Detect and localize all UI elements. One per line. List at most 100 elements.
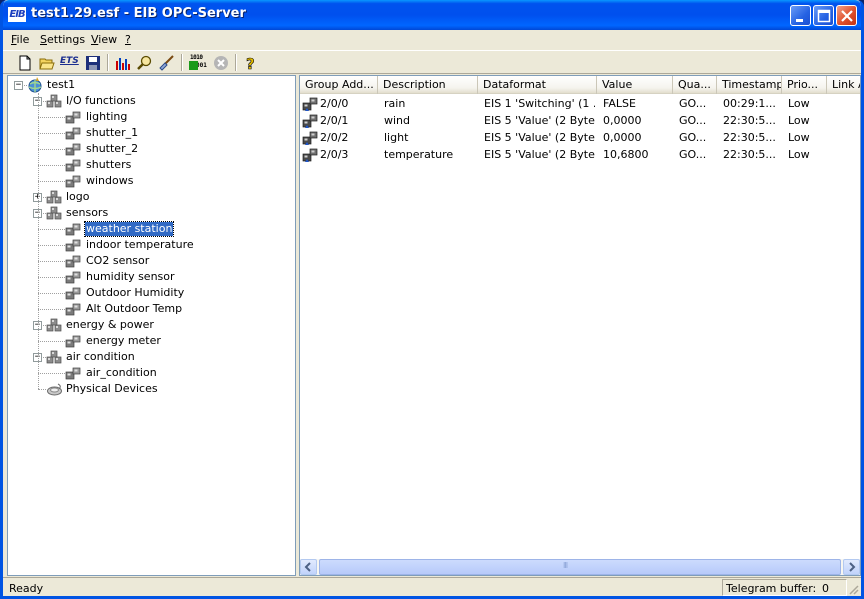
bus-monitor-button[interactable]: 1010 001 xyxy=(187,53,209,73)
status-text: Ready xyxy=(9,582,44,595)
statistics-button[interactable] xyxy=(113,53,133,73)
maximize-icon xyxy=(817,9,831,23)
title-bar[interactable]: EIB test1.29.esf - EIB OPC-Server xyxy=(3,0,861,30)
tree-node-label: Physical Devices xyxy=(66,382,158,395)
cell-quality: GO... xyxy=(679,131,707,144)
search-button[interactable] xyxy=(135,53,155,73)
close-button[interactable] xyxy=(836,5,857,26)
tree-connector-line xyxy=(38,309,65,310)
tree-node-sensors[interactable]: sensors xyxy=(8,205,295,221)
tree-connector-line xyxy=(38,133,65,134)
minimize-button[interactable] xyxy=(790,5,811,26)
cell-group-address: 2/0/1 xyxy=(320,114,349,127)
eib-app-icon: EIB xyxy=(8,7,26,22)
menu-file[interactable]: File xyxy=(11,33,29,46)
green-module-icon xyxy=(189,61,198,70)
scroll-thumb[interactable]: III xyxy=(319,559,841,575)
menu-settings-accel: S xyxy=(40,33,47,46)
cell-group-address: 2/0/2 xyxy=(320,131,349,144)
help-question-icon: ? xyxy=(246,55,255,71)
tree-node-label: weather station xyxy=(83,221,175,237)
new-button[interactable] xyxy=(15,53,35,73)
list-row[interactable]: 2/0/0 rain EIS 1 'Switching' (1 ... FALSE GO… xyxy=(300,95,860,112)
tree-node-logo[interactable]: logo xyxy=(8,189,295,205)
scroll-left-button[interactable] xyxy=(300,559,317,575)
cell-timestamp: 22:30:5... xyxy=(723,114,776,127)
tree-connector-line xyxy=(38,389,46,390)
clear-button[interactable] xyxy=(157,53,177,73)
column-header[interactable]: Prio... xyxy=(782,76,827,94)
tree-node-label: test1 xyxy=(47,78,76,91)
column-header[interactable]: Description xyxy=(378,76,478,94)
save-disk-icon xyxy=(86,56,100,70)
group-tree[interactable]: test1− I/O functions − lighting shutter_1 shu… xyxy=(7,75,296,576)
tree-connector-line xyxy=(38,229,65,230)
tree-node-physical-devices[interactable]: Physical Devices xyxy=(8,381,295,397)
tree-node-i-o-functions[interactable]: I/O functions xyxy=(8,93,295,109)
cell-quality: GO... xyxy=(679,97,707,110)
tree-node-label: humidity sensor xyxy=(86,270,175,283)
telegram-buffer-label: Telegram buffer: xyxy=(726,582,817,595)
tree-node-label: I/O functions xyxy=(66,94,136,107)
tree-node-label: shutter_1 xyxy=(86,126,139,139)
menu-settings[interactable]: Settings xyxy=(40,33,85,46)
save-button[interactable] xyxy=(83,53,103,73)
maximize-button[interactable] xyxy=(813,5,834,26)
cell-dataformat: EIS 1 'Switching' (1 ... xyxy=(484,97,595,110)
group-address-icon xyxy=(302,147,319,166)
ets-import-button[interactable]: ETS xyxy=(59,53,81,73)
cell-timestamp: 22:30:5... xyxy=(723,148,776,161)
tree-connector-line xyxy=(43,357,46,358)
stop-button[interactable] xyxy=(211,53,231,73)
tree-node-energy-power[interactable]: energy & power xyxy=(8,317,295,333)
tree-connector-line xyxy=(43,197,46,198)
group-address-list[interactable]: Group Add... Description Dataformat Value Qu… xyxy=(299,75,861,576)
column-header[interactable]: Qua... xyxy=(673,76,717,94)
tree-node-label: Alt Outdoor Temp xyxy=(86,302,183,315)
cell-group-address: 2/0/3 xyxy=(320,148,349,161)
collapse-toggle[interactable]: − xyxy=(14,81,23,90)
tree-node-test1[interactable]: test1 xyxy=(8,77,295,93)
toolbar-separator xyxy=(235,54,237,71)
help-button[interactable]: ? xyxy=(241,53,261,73)
column-header[interactable]: Link A xyxy=(827,76,860,94)
cell-quality: GO... xyxy=(679,114,707,127)
tree-node-label: energy meter xyxy=(86,334,161,347)
new-document-icon xyxy=(19,55,31,71)
cell-priority: Low xyxy=(788,148,810,161)
minimize-icon xyxy=(796,19,803,22)
column-header[interactable]: Dataformat xyxy=(478,76,597,94)
list-row[interactable]: 2/0/2 light EIS 5 'Value' (2 Byte) 0,0000 GO… xyxy=(300,129,860,146)
column-header[interactable]: Timestamp xyxy=(717,76,782,94)
column-header[interactable]: Value xyxy=(597,76,673,94)
tree-node-label: Outdoor Humidity xyxy=(86,286,185,299)
tree-node-label: shutter_2 xyxy=(86,142,139,155)
list-row[interactable]: 2/0/1 wind EIS 5 'Value' (2 Byte) 0,0000 GO.… xyxy=(300,112,860,129)
tree-connector-line xyxy=(38,245,65,246)
menu-help-accel: ? xyxy=(125,33,131,46)
tree-connector-line xyxy=(38,149,65,150)
menu-help[interactable]: ? xyxy=(125,33,131,46)
scroll-right-button[interactable] xyxy=(843,559,860,575)
toolbar-separator xyxy=(181,54,183,71)
list-row[interactable]: 2/0/3 temperature EIS 5 'Value' (2 Byte) 10… xyxy=(300,146,860,163)
tree-node-label: logo xyxy=(66,190,90,203)
ets-label: ETS xyxy=(60,56,79,66)
column-header[interactable]: Group Add... xyxy=(300,76,378,94)
cell-quality: GO... xyxy=(679,148,707,161)
menu-view-label: iew xyxy=(98,33,118,46)
tree-connector-line xyxy=(38,341,65,342)
bar-chart-icon xyxy=(116,58,130,70)
horizontal-scrollbar[interactable]: III xyxy=(300,559,860,575)
open-button[interactable] xyxy=(37,53,57,73)
tree-node-air-condition[interactable]: air condition xyxy=(8,349,295,365)
tree-node-label: lighting xyxy=(86,110,128,123)
open-folder-icon xyxy=(39,58,55,70)
menu-view[interactable]: View xyxy=(91,33,117,46)
tree-node-label: sensors xyxy=(66,206,109,219)
resize-grip-icon[interactable] xyxy=(848,584,860,596)
cell-group-address: 2/0/0 xyxy=(320,97,349,110)
arrow-right-icon xyxy=(849,562,856,572)
window-title: test1.29.esf - EIB OPC-Server xyxy=(31,6,246,21)
tree-connector-line xyxy=(24,85,27,86)
